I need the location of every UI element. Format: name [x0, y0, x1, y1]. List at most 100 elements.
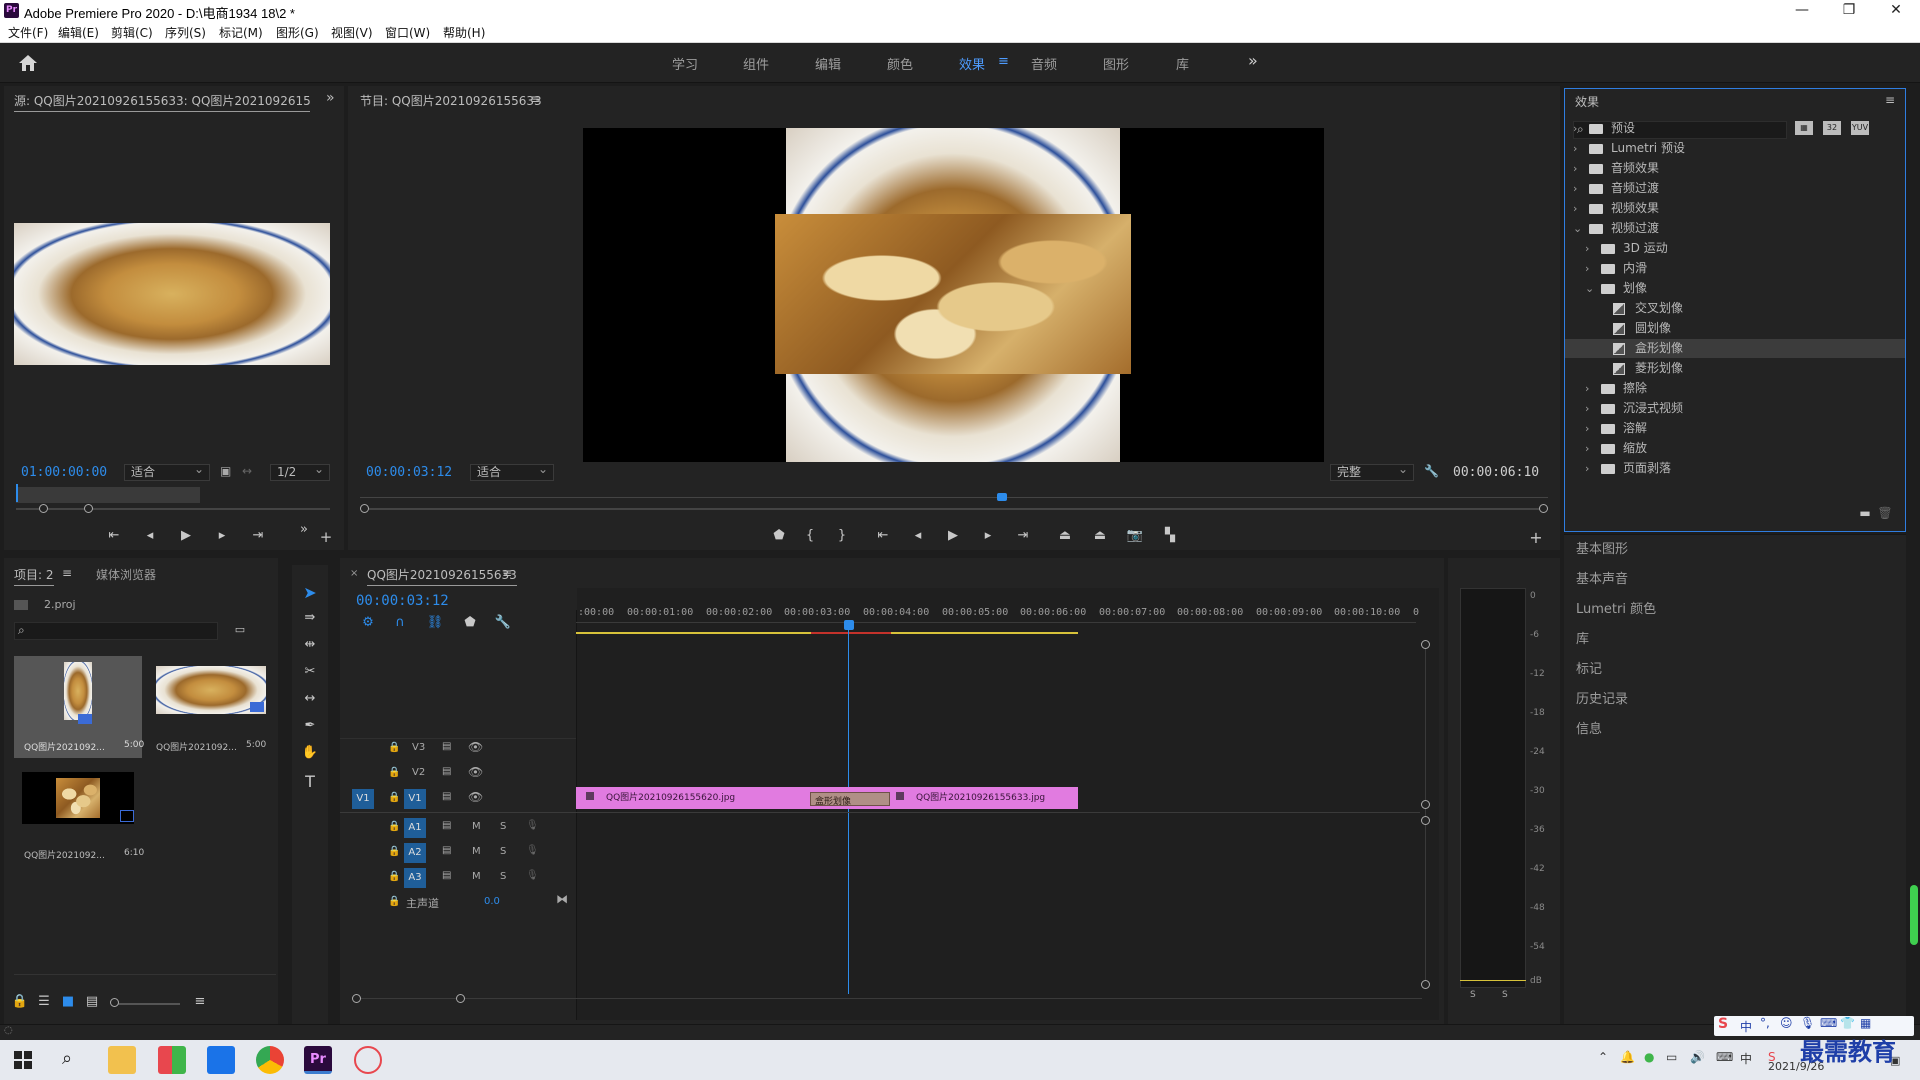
- master-volume[interactable]: 0.0: [484, 896, 500, 907]
- sequence-tab[interactable]: QQ图片20210926155633: [367, 566, 517, 586]
- search-icon[interactable]: ⌕: [62, 1048, 72, 1069]
- nest-toggle-icon[interactable]: ⚙: [358, 615, 378, 630]
- network-icon[interactable]: ▭: [1666, 1050, 1677, 1064]
- settings-wrench-icon[interactable]: 🔧: [1424, 464, 1439, 478]
- type-tool-icon[interactable]: T: [300, 772, 320, 791]
- sync-lock-icon[interactable]: ▤: [442, 766, 451, 777]
- ime-keyboard-icon[interactable]: ⌨: [1820, 1016, 1837, 1030]
- play-icon[interactable]: ▶: [176, 528, 196, 543]
- go-to-out-icon[interactable]: ⇥: [1013, 528, 1033, 543]
- chevron-right-icon[interactable]: ›: [1573, 139, 1577, 158]
- security-icon[interactable]: ●: [1644, 1050, 1654, 1064]
- chevron-down-icon[interactable]: ⌄: [1573, 219, 1582, 238]
- track-label-a2[interactable]: A2: [404, 843, 426, 863]
- export-frame-icon[interactable]: 📷: [1125, 528, 1145, 543]
- effect-folder[interactable]: › 预设: [1565, 119, 1905, 138]
- v-scroll-handle-bottom[interactable]: [1421, 980, 1430, 989]
- mark-in-icon[interactable]: {: [800, 528, 820, 543]
- chevron-right-icon[interactable]: ›: [1573, 119, 1577, 138]
- ripple-edit-tool-icon[interactable]: ⇹: [300, 637, 320, 652]
- lock-icon[interactable]: 🔒: [388, 767, 400, 778]
- info-tab[interactable]: 信息: [1576, 718, 1602, 737]
- timeline-playhead-handle[interactable]: [844, 620, 854, 630]
- sync-lock-icon[interactable]: ▤: [442, 845, 451, 856]
- chevron-right-icon[interactable]: ›: [1585, 419, 1589, 438]
- ime-voice-icon[interactable]: 🎙: [1800, 1016, 1815, 1030]
- menu-window[interactable]: 窗口(W): [385, 24, 430, 41]
- snap-icon[interactable]: ∩: [390, 615, 410, 630]
- v-scroll-handle[interactable]: [1421, 816, 1430, 825]
- go-to-in-icon[interactable]: ⇤: [873, 528, 893, 543]
- eye-icon[interactable]: 👁: [468, 790, 483, 804]
- sync-lock-icon[interactable]: ▤: [442, 820, 451, 831]
- v-scroll-handle-top[interactable]: [1421, 640, 1430, 649]
- volume-icon[interactable]: 🔊: [1690, 1050, 1705, 1064]
- sort-icon[interactable]: ≡: [190, 994, 210, 1009]
- icon-view-icon[interactable]: ■: [58, 994, 78, 1009]
- lock-icon[interactable]: 🔒: [388, 742, 400, 753]
- button-editor-icon[interactable]: +: [316, 528, 336, 546]
- linked-selection-icon[interactable]: ⛓: [425, 615, 445, 630]
- source-patch-v1[interactable]: V1: [352, 789, 374, 809]
- essential-graphics-tab[interactable]: 基本图形: [1576, 538, 1628, 557]
- ime-emoji-icon[interactable]: ☺: [1780, 1016, 1793, 1030]
- lock-icon[interactable]: 🔒: [388, 871, 400, 882]
- extract-icon[interactable]: ⏏: [1090, 528, 1110, 543]
- effect-folder[interactable]: › 缩放: [1565, 439, 1905, 458]
- transition-clip[interactable]: 盒形划像: [810, 792, 890, 807]
- maximize-button[interactable]: ❐: [1826, 0, 1872, 22]
- chevron-right-icon[interactable]: ›: [1573, 199, 1577, 218]
- selection-tool-icon[interactable]: ➤: [300, 583, 320, 602]
- lumetri-color-tab[interactable]: Lumetri 颜色: [1576, 598, 1656, 617]
- panel-overflow-icon[interactable]: »: [326, 90, 335, 106]
- chevron-down-icon[interactable]: ⌄: [1585, 279, 1594, 298]
- new-bin-icon[interactable]: ▬: [1855, 506, 1875, 520]
- effect-item[interactable]: 菱形划像: [1565, 359, 1905, 378]
- list-view-icon[interactable]: ☰: [34, 994, 54, 1009]
- solo-left-button[interactable]: S: [1470, 990, 1476, 1000]
- sync-lock-icon[interactable]: ▤: [442, 741, 451, 752]
- menu-sequence[interactable]: 序列(S): [165, 24, 206, 41]
- add-marker-icon[interactable]: ⬟: [460, 615, 480, 630]
- project-panel-menu-icon[interactable]: ≡: [62, 566, 72, 580]
- chevron-right-icon[interactable]: ›: [1573, 179, 1577, 198]
- program-panel-menu-icon[interactable]: ≡: [530, 92, 540, 106]
- track-label-v3[interactable]: V3: [412, 742, 425, 753]
- chevron-right-icon[interactable]: ›: [1585, 379, 1589, 398]
- find-icon[interactable]: ▭: [230, 623, 250, 636]
- source-zoom-handle-left[interactable]: [39, 504, 48, 513]
- pen-tool-icon[interactable]: ✒: [300, 718, 320, 733]
- track-label-a3[interactable]: A3: [404, 868, 426, 888]
- project-item[interactable]: QQ图片2021092... 5:00: [14, 656, 144, 758]
- play-icon[interactable]: ▶: [943, 528, 963, 543]
- sync-lock-icon[interactable]: ▤: [442, 870, 451, 881]
- workspace-tab-editing[interactable]: 编辑: [815, 54, 841, 73]
- source-zoom-bar[interactable]: [16, 508, 330, 510]
- project-search-input[interactable]: ⌕: [14, 622, 218, 640]
- chevron-right-icon[interactable]: ›: [1573, 159, 1577, 178]
- effects-panel-menu-icon[interactable]: ≡: [1885, 93, 1895, 107]
- essential-sound-tab[interactable]: 基本声音: [1576, 568, 1628, 587]
- windows-start-icon[interactable]: [14, 1051, 32, 1069]
- export-frame-icon[interactable]: ▣: [220, 464, 231, 478]
- chevron-right-icon[interactable]: ›: [1585, 459, 1589, 478]
- track-label-a1[interactable]: A1: [404, 818, 426, 838]
- source-monitor-title[interactable]: 源: QQ图片20210926155633: QQ图片2021092615563…: [14, 92, 310, 112]
- razor-tool-icon[interactable]: ✂: [300, 664, 320, 679]
- effect-item[interactable]: 圆划像: [1565, 319, 1905, 338]
- chevron-right-icon[interactable]: ›: [1585, 399, 1589, 418]
- source-scrub-bar[interactable]: [16, 487, 200, 503]
- lock-icon[interactable]: 🔒: [388, 792, 400, 803]
- mute-button[interactable]: M: [472, 846, 481, 857]
- effect-folder[interactable]: › 沉浸式视频: [1565, 399, 1905, 418]
- lock-icon[interactable]: 🔒: [388, 896, 400, 907]
- solo-button[interactable]: S: [500, 821, 506, 832]
- timeline-timecode[interactable]: 00:00:03:12: [356, 593, 449, 609]
- sogou-logo-icon[interactable]: S: [1718, 1016, 1728, 1032]
- project-item[interactable]: QQ图片2021092... 5:00: [150, 656, 268, 758]
- step-forward-icon[interactable]: ▸: [212, 528, 232, 543]
- premiere-taskbar-icon[interactable]: Pr: [304, 1046, 332, 1074]
- more-workspaces-icon[interactable]: »: [1248, 51, 1258, 70]
- program-zoom-handle-left[interactable]: [360, 504, 369, 513]
- lock-icon[interactable]: 🔒: [388, 846, 400, 857]
